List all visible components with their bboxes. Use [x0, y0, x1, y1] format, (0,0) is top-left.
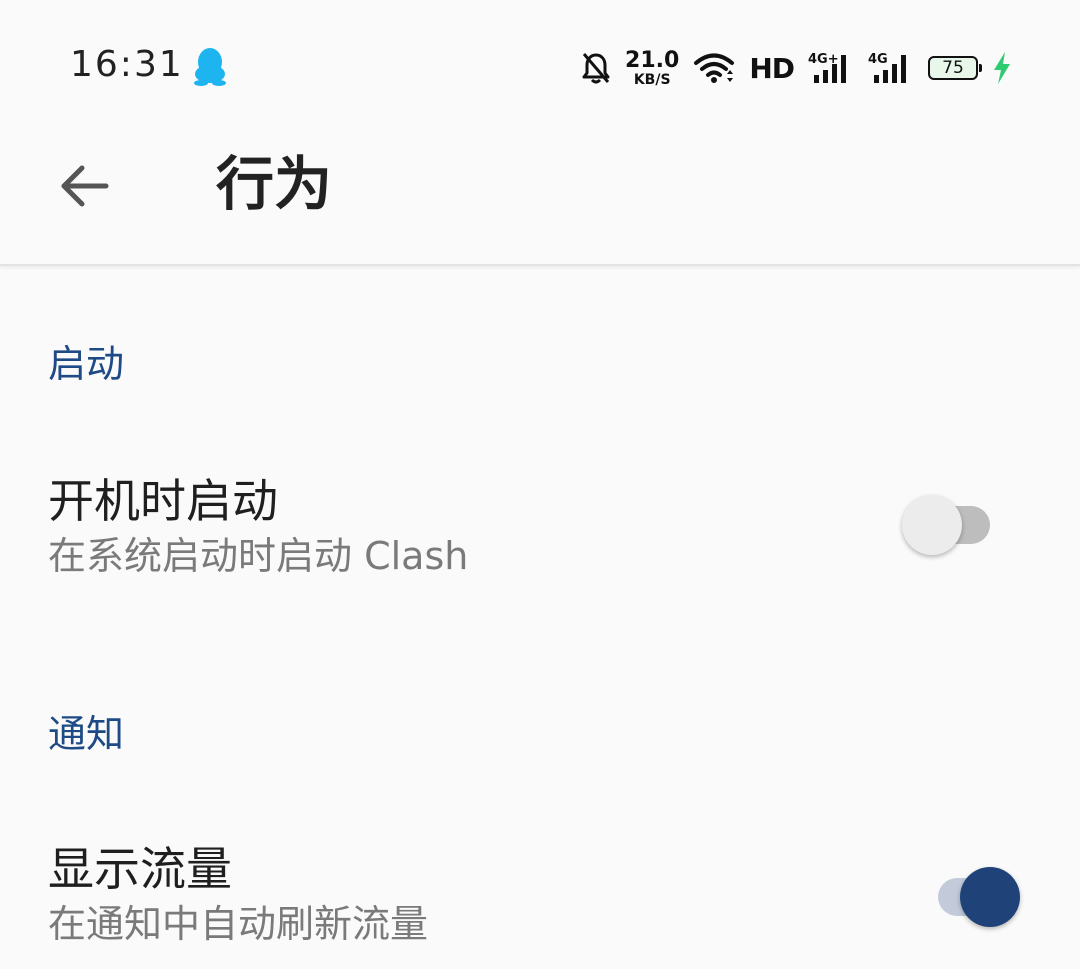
signal-2-label: 4G [868, 52, 888, 67]
lightning-icon [994, 52, 1010, 84]
cellular-signal-2-icon: 4G [868, 52, 906, 83]
network-speed-unit: KB/S [633, 71, 671, 88]
battery-icon: 75 [928, 56, 982, 80]
battery-level: 75 [942, 57, 964, 78]
pref-summary: 在系统启动时启动 Clash [48, 534, 469, 578]
pref-title: 开机时启动 [48, 474, 278, 528]
show-traffic-switch[interactable] [922, 862, 1022, 932]
switch-thumb [902, 495, 962, 555]
page-title: 行为 [216, 150, 333, 218]
bell-off-icon [582, 53, 610, 84]
pref-start-on-boot[interactable]: 开机时启动 在系统启动时启动 Clash [0, 474, 1080, 614]
status-time: 16:31 [70, 44, 184, 85]
status-bar: 16:31 21.0 KB/S HD 4G+ 4G 75 [0, 0, 1080, 130]
network-speed: 21.0 KB/S [625, 47, 680, 88]
back-button[interactable] [44, 146, 124, 226]
app-toolbar: 行为 [0, 130, 1080, 266]
cellular-signal-icon: 4G+ [808, 52, 846, 83]
qq-penguin-icon [194, 48, 226, 86]
section-header-notification: 通知 [48, 712, 125, 756]
start-on-boot-switch[interactable] [900, 490, 1000, 560]
switch-thumb [960, 867, 1020, 927]
wifi-icon [694, 53, 735, 83]
arrow-left-icon [61, 165, 109, 207]
pref-summary: 在通知中自动刷新流量 [48, 902, 429, 946]
status-icons: 21.0 KB/S HD 4G+ 4G 75 [581, 46, 1012, 90]
pref-show-traffic[interactable]: 显示流量 在通知中自动刷新流量 [0, 842, 1080, 969]
hd-voice-label: HD [749, 51, 795, 85]
network-speed-value: 21.0 [625, 47, 680, 73]
section-header-startup: 启动 [48, 342, 125, 386]
settings-screen: 16:31 21.0 KB/S HD 4G+ 4G 75 行为 启动 开机时启动… [0, 0, 1080, 969]
pref-title: 显示流量 [48, 842, 232, 896]
